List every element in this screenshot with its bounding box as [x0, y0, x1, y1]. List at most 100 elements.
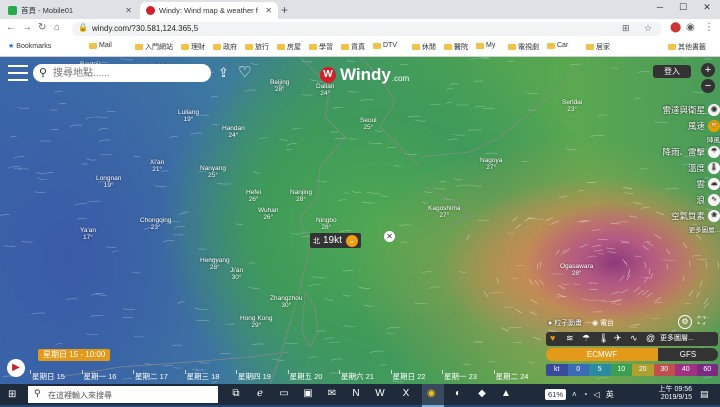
wifi-icon[interactable]: ◔ [583, 390, 588, 399]
play-button[interactable]: ▶ [7, 359, 25, 377]
menu-kebab-icon[interactable]: ⋮ [704, 22, 714, 33]
battery-indicator[interactable]: 61% [545, 389, 566, 400]
city-label[interactable]: Ningbo28° [316, 217, 337, 231]
rain-icon[interactable]: ☂ [582, 333, 590, 344]
zoom-out-button[interactable]: − [701, 79, 715, 93]
task-view-icon[interactable]: ⧉ [228, 388, 244, 399]
timeline-day[interactable]: 星期二 24 [496, 371, 529, 382]
app-icon[interactable]: ◐ [450, 388, 466, 399]
clock[interactable]: 上午 09:56 2019/9/15 [652, 386, 692, 402]
location-search[interactable]: ⚲ [33, 64, 211, 82]
bookmark-2[interactable]: 入門網站 [135, 42, 173, 52]
city-label[interactable]: Ogasawara28° [560, 263, 593, 277]
app-icon[interactable]: ◆ [474, 388, 490, 399]
city-label[interactable]: Dalian24° [316, 83, 334, 97]
scale-unit[interactable]: kt [546, 364, 568, 376]
timeline-day[interactable]: 星期六 21 [341, 371, 374, 382]
bookmark-10[interactable]: 休閒 [412, 42, 436, 52]
layer-item[interactable]: 溫度🌡 [635, 160, 720, 176]
city-label[interactable]: Ya'an17° [80, 227, 96, 241]
bookmark-7[interactable]: 學習 [309, 42, 333, 52]
main-menu-button[interactable] [8, 65, 28, 81]
taskbar-search[interactable]: ⚲ 在這裡輸入來搜尋 [28, 386, 218, 403]
bookmark-3[interactable]: 理財 [181, 42, 205, 52]
volume-icon[interactable]: ◁ [594, 390, 600, 399]
extension-icon[interactable]: ⬤ [670, 22, 681, 33]
onenote-icon[interactable]: N [348, 388, 364, 399]
login-button[interactable]: 登入 [653, 65, 691, 78]
bookmark-star-icon[interactable]: ☆ [644, 23, 652, 34]
city-label[interactable]: Hong Kong29° [240, 315, 273, 329]
layer-item[interactable]: 雲☁ [635, 176, 720, 192]
search-input[interactable] [51, 66, 205, 81]
hurricane-icon[interactable]: @ [646, 333, 655, 343]
timeline-day[interactable]: 星期一 23 [444, 371, 477, 382]
city-label[interactable]: Nagoya27° [480, 157, 502, 171]
more-layers-link[interactable]: 更多圖層... [660, 333, 694, 343]
bookmark-1[interactable]: Mail [89, 42, 112, 49]
timeline-day[interactable]: 星期三 18 [187, 371, 220, 382]
timeline-day[interactable]: 星期四 19 [238, 371, 271, 382]
city-label[interactable]: Hefei26° [246, 189, 261, 203]
timeline-day[interactable]: 星期日 22 [393, 371, 426, 382]
word-icon[interactable]: W [372, 388, 388, 399]
home-icon[interactable]: ⌂ [54, 22, 60, 33]
zoom-in-button[interactable]: + [701, 63, 715, 77]
fullscreen-icon[interactable]: ⛶ [698, 316, 705, 327]
windows-start-icon[interactable]: ⊞ [8, 389, 16, 400]
url-text[interactable]: windy.com/?30.581,124.365,5 [92, 24, 198, 33]
chevron-up-icon[interactable]: ˄ [572, 390, 577, 399]
address-bar[interactable]: 🔒 windy.com/?30.581,124.365,5 ⊞ ☆ [72, 22, 662, 36]
bookmark-8[interactable]: 貨真 [341, 42, 365, 52]
layer-item[interactable]: 更多圖層... [635, 224, 720, 234]
heart-icon[interactable]: ♥ [550, 333, 555, 343]
layer-item[interactable]: 陣風 [635, 134, 720, 144]
bookmark-12[interactable]: My [476, 42, 495, 49]
weather-map[interactable]: Baotou23°Hohhot24°Beijing28°Dalian24°Sen… [0, 57, 720, 384]
plane-icon[interactable]: ✈ [614, 333, 622, 344]
city-label[interactable]: Chongqing23° [140, 217, 171, 231]
app-icon[interactable]: ▲ [498, 388, 514, 399]
chevron-down-icon[interactable]: ⌄ [346, 235, 358, 247]
close-tab-icon[interactable]: ✕ [265, 6, 272, 15]
close-picker-icon[interactable]: ✕ [384, 231, 395, 242]
settings-icon[interactable]: ⚙ [678, 315, 692, 329]
input-method-icon[interactable]: 英 [606, 389, 614, 400]
profile-icon[interactable]: ◉ [686, 22, 695, 33]
translate-icon[interactable]: ⊞ [622, 23, 630, 34]
bookmark-6[interactable]: 房屋 [277, 42, 301, 52]
city-label[interactable]: Beijing28° [270, 79, 290, 93]
minimize-button[interactable]: ─ [650, 2, 670, 12]
timeline-day[interactable]: 星期二 17 [135, 371, 168, 382]
bookmark-9[interactable]: DTV [373, 42, 397, 49]
notification-icon[interactable]: ▤ [700, 389, 709, 400]
city-label[interactable]: Sendai23° [562, 99, 582, 113]
bookmark-13[interactable]: 電視劇 [508, 42, 539, 52]
city-label[interactable]: Luliang19° [178, 109, 199, 123]
new-tab-button[interactable]: + [281, 3, 288, 17]
browser-tab-windy[interactable]: Windy: Wind map & weather f ✕ [140, 2, 278, 19]
maximize-button[interactable]: ☐ [673, 2, 693, 13]
bookmark-15[interactable]: 居家 [586, 42, 610, 52]
current-time-badge[interactable]: 星期日 15 - 10:00 [38, 349, 110, 361]
timeline-day[interactable]: 星期五 20 [290, 371, 323, 382]
city-label[interactable]: Zhangzhou30° [270, 295, 303, 309]
layer-item[interactable]: 風速≋ [635, 118, 720, 134]
timeline-day[interactable]: 星期日 15 [32, 371, 65, 382]
model-ecmwf-button[interactable]: ECMWF [546, 348, 658, 361]
edge-icon[interactable]: ℯ [252, 388, 268, 399]
layer-item[interactable]: 降雨、雷擊☂ [635, 144, 720, 160]
close-window-button[interactable]: ✕ [697, 2, 717, 13]
store-icon[interactable]: ▣ [300, 388, 316, 399]
picker-popup[interactable]: 北 19kt ⌄ [310, 233, 361, 248]
waves-icon[interactable]: ∿ [630, 333, 638, 344]
city-label[interactable]: Handan24° [222, 125, 245, 139]
forward-icon[interactable]: → [22, 22, 32, 33]
file-explorer-icon[interactable]: ▭ [276, 388, 292, 399]
layer-item[interactable]: 雷達與衛星◉ [635, 102, 720, 118]
chrome-taskbar-button[interactable]: ◉ [422, 384, 444, 407]
particles-toggle[interactable]: ● 粒子動畫 [548, 318, 582, 328]
city-label[interactable]: Wuhan26° [258, 207, 278, 221]
windy-logo[interactable]: W Windy .com [320, 65, 409, 85]
timeline-day[interactable]: 星期一 16 [84, 371, 117, 382]
